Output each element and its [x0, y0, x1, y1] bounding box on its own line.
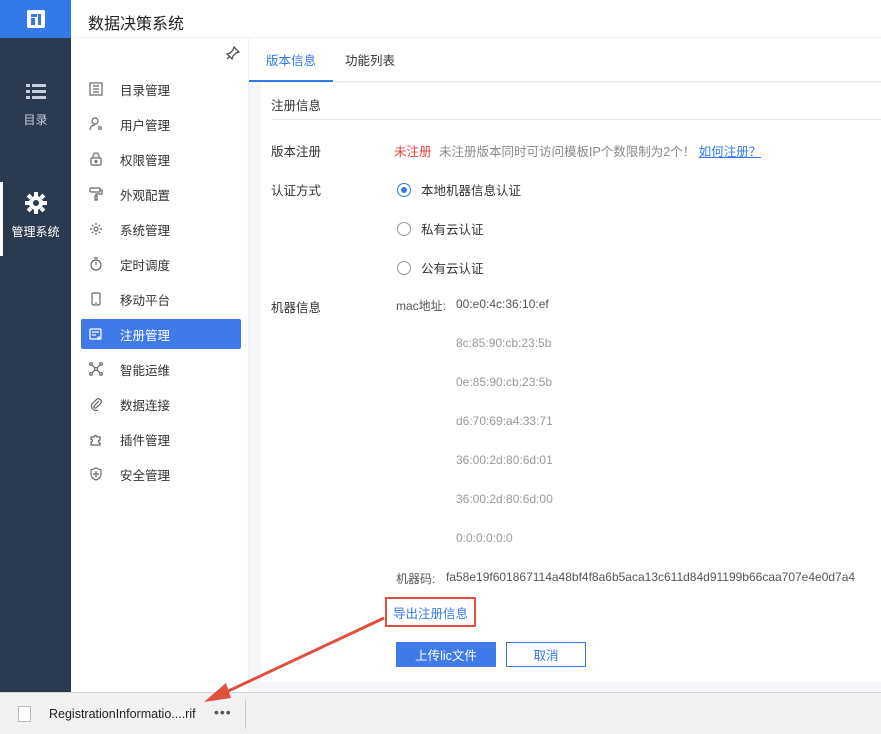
puzzle-icon — [88, 431, 104, 447]
menu-item-gear[interactable]: 系统管理 — [81, 214, 241, 244]
menu-item-mobile[interactable]: 移动平台 — [81, 284, 241, 314]
rail-item-management[interactable]: 管理系统 — [0, 182, 71, 256]
menu-item-timer[interactable]: 定时调度 — [81, 249, 241, 279]
catalog-icon — [88, 81, 104, 97]
menu-item-label: 智能运维 — [120, 363, 171, 378]
menu-item-network[interactable]: 智能运维 — [81, 354, 241, 384]
radio-dot — [397, 221, 411, 236]
download-file-name[interactable]: RegistrationInformatio....rif — [49, 707, 196, 721]
export-registration-link[interactable]: 导出注册信息 — [385, 597, 476, 627]
mobile-icon — [88, 291, 104, 307]
lock-icon — [88, 151, 104, 167]
cancel-button[interactable]: 取消 — [506, 642, 586, 667]
auth-label: 认证方式 — [271, 184, 322, 198]
menu-item-label: 插件管理 — [120, 433, 171, 448]
radio-private-cloud[interactable]: 私有云认证 — [397, 219, 484, 238]
menu-item-label: 安全管理 — [120, 468, 171, 483]
file-icon — [18, 706, 31, 722]
page-title: 数据决策系统 — [88, 16, 185, 33]
radio-dot — [397, 182, 411, 197]
rail-item-label: 目录 — [23, 113, 48, 127]
menu-item-puzzle[interactable]: 插件管理 — [81, 424, 241, 454]
radio-public-cloud[interactable]: 公有云认证 — [397, 258, 484, 277]
mac-address: 0e:85:90:cb:23:5b — [456, 375, 553, 389]
app-rail: 目录 管理系统 — [0, 0, 71, 692]
top-header: 数据决策系统 — [71, 0, 881, 38]
status-badge: 未注册 — [394, 145, 432, 159]
machine-info-label: 机器信息 — [271, 301, 322, 315]
app-logo[interactable] — [0, 0, 71, 38]
download-bar: RegistrationInformatio....rif ••• — [0, 692, 881, 734]
menu-item-user[interactable]: 用户管理 — [81, 109, 241, 139]
menu-item-label: 数据连接 — [120, 398, 171, 413]
gear-icon — [24, 192, 47, 214]
radio-label: 私有云认证 — [421, 223, 484, 237]
more-options-icon[interactable]: ••• — [214, 704, 232, 720]
tab-feature-list[interactable]: 功能列表 — [328, 38, 412, 82]
main-content: 版本信息 功能列表 注册信息 版本注册 未注册 未注册版本同时可访问模板IP个数… — [249, 38, 881, 692]
divider — [271, 119, 881, 120]
paint-roller-icon — [88, 186, 104, 202]
menu-item-label: 移动平台 — [120, 293, 171, 308]
rail-item-catalog[interactable]: 目录 — [0, 82, 71, 128]
menu-item-lock[interactable]: 权限管理 — [81, 144, 241, 174]
mac-address: d6:70:69:a4:33:71 — [456, 414, 553, 428]
register-icon — [88, 326, 104, 342]
divider — [245, 699, 246, 729]
pin-icon[interactable] — [225, 45, 241, 63]
paperclip-icon — [88, 396, 104, 412]
menu-item-shield[interactable]: 安全管理 — [81, 459, 241, 489]
mac-label: mac地址: — [396, 299, 447, 313]
tab-bar: 版本信息 功能列表 — [249, 38, 881, 82]
radio-label: 公有云认证 — [421, 262, 484, 276]
menu-item-paperclip[interactable]: 数据连接 — [81, 389, 241, 419]
machine-code-label: 机器码: — [396, 572, 436, 586]
upload-lic-button[interactable]: 上传lic文件 — [396, 642, 496, 667]
menu-item-paint-roller[interactable]: 外观配置 — [81, 179, 241, 209]
rail-item-label: 管理系统 — [11, 225, 60, 239]
section-title: 注册信息 — [271, 99, 322, 113]
menu-item-label: 系统管理 — [120, 223, 171, 238]
how-to-register-link[interactable]: 如何注册？ — [699, 145, 762, 159]
logo-icon — [26, 10, 45, 28]
machine-code: fa58e19f601867114a48bf4f8a6b5aca13c611d8… — [446, 570, 856, 584]
menu-item-label: 注册管理 — [120, 328, 171, 343]
radio-local-auth[interactable]: 本地机器信息认证 — [397, 180, 521, 199]
menu-item-label: 用户管理 — [120, 118, 171, 133]
list-icon — [25, 84, 46, 99]
timer-icon — [88, 256, 104, 272]
mac-address: 36:00:2d:80:6d:00 — [456, 492, 553, 506]
version-label: 版本注册 — [271, 145, 322, 159]
mac-address: 8c:85:90:cb:23:5b — [456, 336, 552, 350]
menu-item-label: 定时调度 — [120, 258, 171, 273]
gear-icon — [88, 221, 104, 237]
menu-item-label: 外观配置 — [120, 188, 171, 203]
mac-address: 0:0:0:0:0:0 — [456, 531, 513, 545]
radio-label: 本地机器信息认证 — [421, 184, 522, 198]
status-note: 未注册版本同时可访问模板IP个数限制为2个！ — [439, 145, 696, 159]
menu-item-catalog[interactable]: 目录管理 — [81, 74, 241, 104]
management-menu: 目录管理用户管理权限管理外观配置系统管理定时调度移动平台注册管理智能运维数据连接… — [71, 38, 249, 692]
menu-item-label: 权限管理 — [120, 153, 171, 168]
radio-dot — [397, 260, 411, 275]
mac-address: 00:e0:4c:36:10:ef — [456, 297, 549, 311]
tab-version-info[interactable]: 版本信息 — [249, 38, 334, 82]
network-icon — [88, 361, 104, 377]
user-icon — [88, 116, 104, 132]
menu-item-register[interactable]: 注册管理 — [81, 319, 241, 349]
registration-panel: 注册信息 版本注册 未注册 未注册版本同时可访问模板IP个数限制为2个！ 如何注… — [261, 83, 881, 682]
shield-icon — [88, 466, 104, 482]
mac-address: 36:00:2d:80:6d:01 — [456, 453, 553, 467]
menu-item-label: 目录管理 — [120, 83, 171, 98]
